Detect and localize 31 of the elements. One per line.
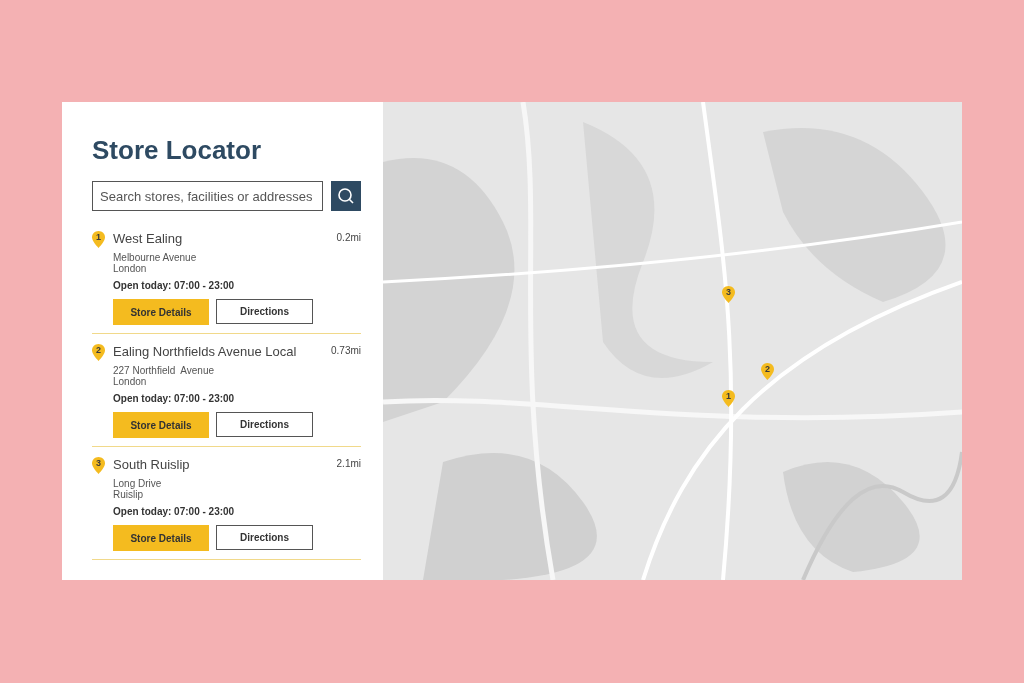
store-distance: 0.73mi [331, 344, 361, 358]
page-title: Store Locator [92, 134, 263, 166]
store-distance: 2.1mi [336, 457, 361, 471]
opening-hours: Open today: 07:00 - 23:00 [113, 505, 236, 519]
address-line: Long Drive [113, 478, 163, 489]
search-icon [337, 187, 355, 205]
map-pin[interactable]: 2 [92, 344, 105, 361]
store-name: West Ealing [113, 231, 183, 247]
store-details-button[interactable]: Store Details [113, 525, 209, 551]
address-line: Melbourne Avenue [113, 252, 198, 263]
map-marker[interactable]: 3 [722, 286, 735, 303]
search-field[interactable]: Search stores, facilities or addresses [92, 181, 323, 211]
store-details-button[interactable]: Store Details [113, 412, 209, 438]
address-line: London [113, 376, 148, 387]
address-line: 227 Northfield Avenue [113, 365, 215, 376]
store-distance: 0.2mi [336, 231, 361, 245]
directions-button[interactable]: Directions [216, 299, 313, 324]
map-marker[interactable]: 1 [722, 390, 735, 407]
map-pin[interactable]: 3 [92, 457, 105, 474]
directions-button[interactable]: Directions [216, 525, 313, 550]
store-details-button[interactable]: Store Details [113, 299, 209, 325]
address-line: London [113, 263, 148, 274]
map-marker[interactable]: 2 [761, 363, 774, 380]
address-line: Ruislip [113, 489, 144, 500]
opening-hours: Open today: 07:00 - 23:00 [113, 279, 236, 293]
map-pin[interactable]: 1 [92, 231, 105, 248]
search-button[interactable] [331, 181, 361, 211]
directions-button[interactable]: Directions [216, 412, 313, 437]
store-name: South Ruislip [113, 457, 190, 473]
opening-hours: Open today: 07:00 - 23:00 [113, 392, 236, 406]
store-name: Ealing Northfields Avenue Local [113, 344, 297, 360]
